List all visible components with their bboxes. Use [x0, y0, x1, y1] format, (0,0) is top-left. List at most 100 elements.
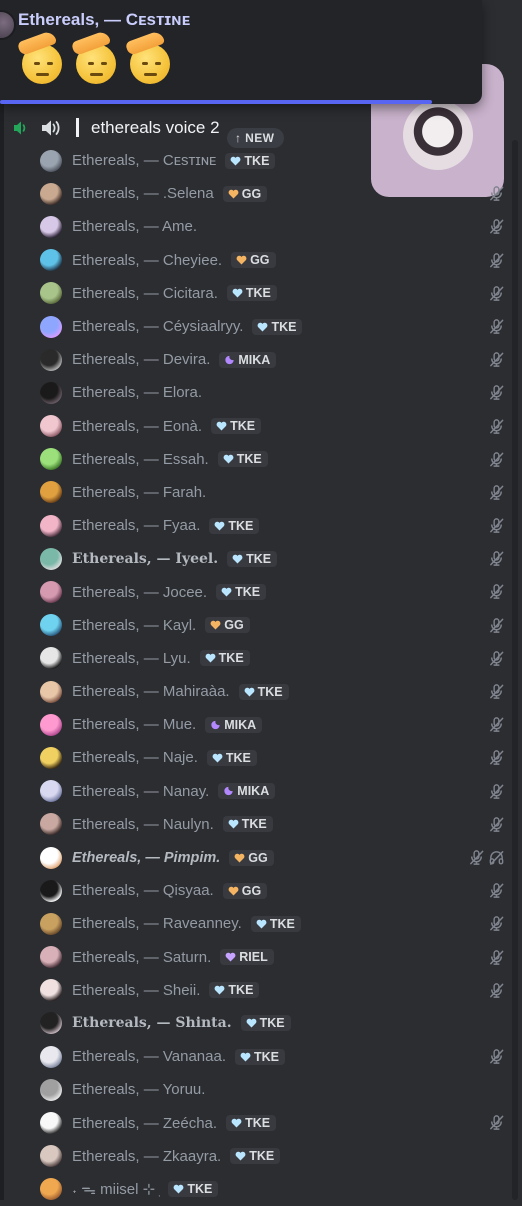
member-tag[interactable]: TKE — [234, 1048, 285, 1065]
avatar[interactable] — [40, 846, 62, 869]
member-name[interactable]: Ethereals, — Cᴇsᴛɪɴᴇ — [72, 152, 216, 169]
avatar[interactable] — [40, 348, 62, 371]
member-tag[interactable]: MIKA — [219, 351, 277, 368]
voice-member[interactable]: Ethereals, — Raveanney. TKE — [40, 907, 510, 940]
member-tag[interactable]: TKE — [252, 318, 303, 335]
member-tag[interactable]: TKE — [222, 816, 273, 833]
voice-member[interactable]: Ethereals, — Kayl. GG — [40, 609, 510, 642]
voice-member[interactable]: Ethereals, — Naulyn. TKE — [40, 808, 510, 841]
voice-member[interactable]: Ethereals, — Eonà. TKE — [40, 410, 510, 443]
member-name[interactable]: Ethereals, — Eonà. — [72, 418, 202, 435]
voice-member[interactable]: Ethereals, — Lyu. TKE — [40, 642, 510, 675]
avatar[interactable] — [40, 282, 62, 305]
member-tag[interactable]: TKE — [211, 418, 262, 435]
avatar[interactable] — [40, 879, 62, 902]
member-tag[interactable]: TKE — [209, 982, 260, 999]
voice-member[interactable]: Ethereals, — Qisyaa. GG — [40, 874, 510, 907]
voice-member[interactable]: Ethereals, — Shinta. TKE — [40, 1007, 510, 1040]
voice-member[interactable]: Ethereals, — Mue. MIKA — [40, 708, 510, 741]
voice-member[interactable]: Ethereals, — Zkaayra. TKE — [40, 1140, 510, 1173]
avatar[interactable] — [40, 1012, 62, 1035]
member-name[interactable]: Ethereals, — .Selena — [72, 185, 214, 202]
member-tag[interactable]: GG — [222, 185, 268, 202]
member-name[interactable]: Ethereals, — Qisyaa. — [72, 882, 214, 899]
voice-member[interactable]: Ethereals, — Zeécha. TKE — [40, 1106, 510, 1139]
member-name[interactable]: Ethereals, — Fyaa. — [72, 517, 200, 534]
avatar[interactable] — [40, 1078, 62, 1101]
avatar[interactable] — [40, 514, 62, 537]
member-name[interactable]: Ethereals, — Shinta. — [72, 1015, 232, 1031]
member-name[interactable]: Ethereals, — Cheyiee. — [72, 252, 222, 269]
member-name[interactable]: Ethereals, — Céysiaalryy. — [72, 318, 243, 335]
avatar[interactable] — [40, 647, 62, 670]
member-tag[interactable]: TKE — [209, 517, 260, 534]
member-tag[interactable]: GG — [205, 617, 250, 634]
member-tag[interactable]: TKE — [238, 683, 289, 700]
member-tag[interactable]: MIKA — [205, 716, 263, 733]
member-tag[interactable]: TKE — [226, 285, 277, 302]
avatar[interactable] — [40, 813, 62, 836]
voice-member[interactable]: Ethereals, — Naje. TKE — [40, 741, 510, 774]
voice-member[interactable]: Ethereals, — Essah. TKE — [40, 443, 510, 476]
member-name[interactable]: Ethereals, — Naje. — [72, 749, 198, 766]
avatar[interactable] — [40, 547, 62, 570]
voice-channel-row[interactable]: ethereals voice 2 — [0, 114, 370, 142]
avatar[interactable] — [40, 946, 62, 969]
voice-member[interactable]: Ethereals, — Ame. — [40, 210, 510, 243]
member-tag[interactable]: TKE — [217, 451, 268, 468]
avatar[interactable] — [40, 912, 62, 935]
member-name[interactable]: Ethereals, — Kayl. — [72, 617, 196, 634]
member-name[interactable]: Ethereals, — Saturn. — [72, 949, 211, 966]
avatar[interactable] — [40, 1045, 62, 1068]
member-name[interactable]: ˖ ᯓ miisel ⊹ ִ — [72, 1179, 159, 1199]
avatar[interactable] — [40, 481, 62, 504]
voice-member[interactable]: Ethereals, — Farah. — [40, 476, 510, 509]
member-tag[interactable]: TKE — [199, 650, 250, 667]
member-tag[interactable]: GG — [231, 252, 276, 269]
avatar[interactable] — [40, 1112, 62, 1135]
voice-member[interactable]: Ethereals, — Elora. — [40, 376, 510, 409]
voice-member[interactable]: Ethereals, — .Selena GG — [40, 177, 510, 210]
scrollbar[interactable] — [512, 140, 518, 1200]
member-name[interactable]: Ethereals, — Farah. — [72, 484, 206, 501]
avatar[interactable] — [40, 780, 62, 803]
avatar[interactable] — [40, 680, 62, 703]
member-name[interactable]: Ethereals, — Nanay. — [72, 783, 209, 800]
voice-member[interactable]: Ethereals, — Sheii. TKE — [40, 974, 510, 1007]
avatar[interactable] — [40, 746, 62, 769]
member-tag[interactable]: TKE — [240, 1015, 291, 1032]
voice-member[interactable]: Ethereals, — Iyeel. TKE — [40, 542, 510, 575]
voice-member[interactable]: Ethereals, — Jocee. TKE — [40, 575, 510, 608]
voice-member[interactable]: Ethereals, — Cicitara. TKE — [40, 277, 510, 310]
member-name[interactable]: Ethereals, — Vananaa. — [72, 1048, 226, 1065]
member-name[interactable]: Ethereals, — Devira. — [72, 351, 210, 368]
member-tag[interactable]: TKE — [227, 550, 278, 567]
member-name[interactable]: Ethereals, — Raveanney. — [72, 915, 242, 932]
avatar[interactable] — [40, 215, 62, 238]
member-tag[interactable]: TKE — [206, 749, 257, 766]
member-name[interactable]: Ethereals, — Jocee. — [72, 584, 207, 601]
member-tag[interactable]: MIKA — [218, 783, 276, 800]
voice-member[interactable]: Ethereals, — Céysiaalryy. TKE — [40, 310, 510, 343]
member-tag[interactable]: TKE — [226, 1115, 277, 1132]
voice-member[interactable]: ˖ ᯓ miisel ⊹ ִ TKE — [40, 1173, 510, 1206]
message-notification[interactable]: Ethereals, — Cᴇsᴛɪɴᴇ — [0, 0, 482, 104]
member-tag[interactable]: TKE — [250, 915, 301, 932]
avatar[interactable] — [40, 415, 62, 438]
voice-member[interactable]: Ethereals, — Devira. MIKA — [40, 343, 510, 376]
member-name[interactable]: Ethereals, — Iyeel. — [72, 551, 218, 567]
voice-member[interactable]: Ethereals, — Fyaa. TKE — [40, 509, 510, 542]
member-name[interactable]: Ethereals, — Sheii. — [72, 982, 200, 999]
voice-channel-name[interactable]: ethereals voice 2 — [91, 118, 220, 138]
member-name[interactable]: Ethereals, — Mahiraàa. — [72, 683, 230, 700]
avatar[interactable] — [40, 1178, 62, 1201]
voice-member[interactable]: Ethereals, — Saturn. RIEL — [40, 941, 510, 974]
avatar[interactable] — [40, 381, 62, 404]
member-tag[interactable]: TKE — [216, 584, 267, 601]
member-name[interactable]: Ethereals, — Elora. — [72, 384, 202, 401]
avatar[interactable] — [40, 614, 62, 637]
voice-member[interactable]: Ethereals, — Mahiraàa. TKE — [40, 675, 510, 708]
member-name[interactable]: Ethereals, — Lyu. — [72, 650, 191, 667]
avatar[interactable] — [40, 182, 62, 205]
avatar[interactable] — [40, 249, 62, 272]
